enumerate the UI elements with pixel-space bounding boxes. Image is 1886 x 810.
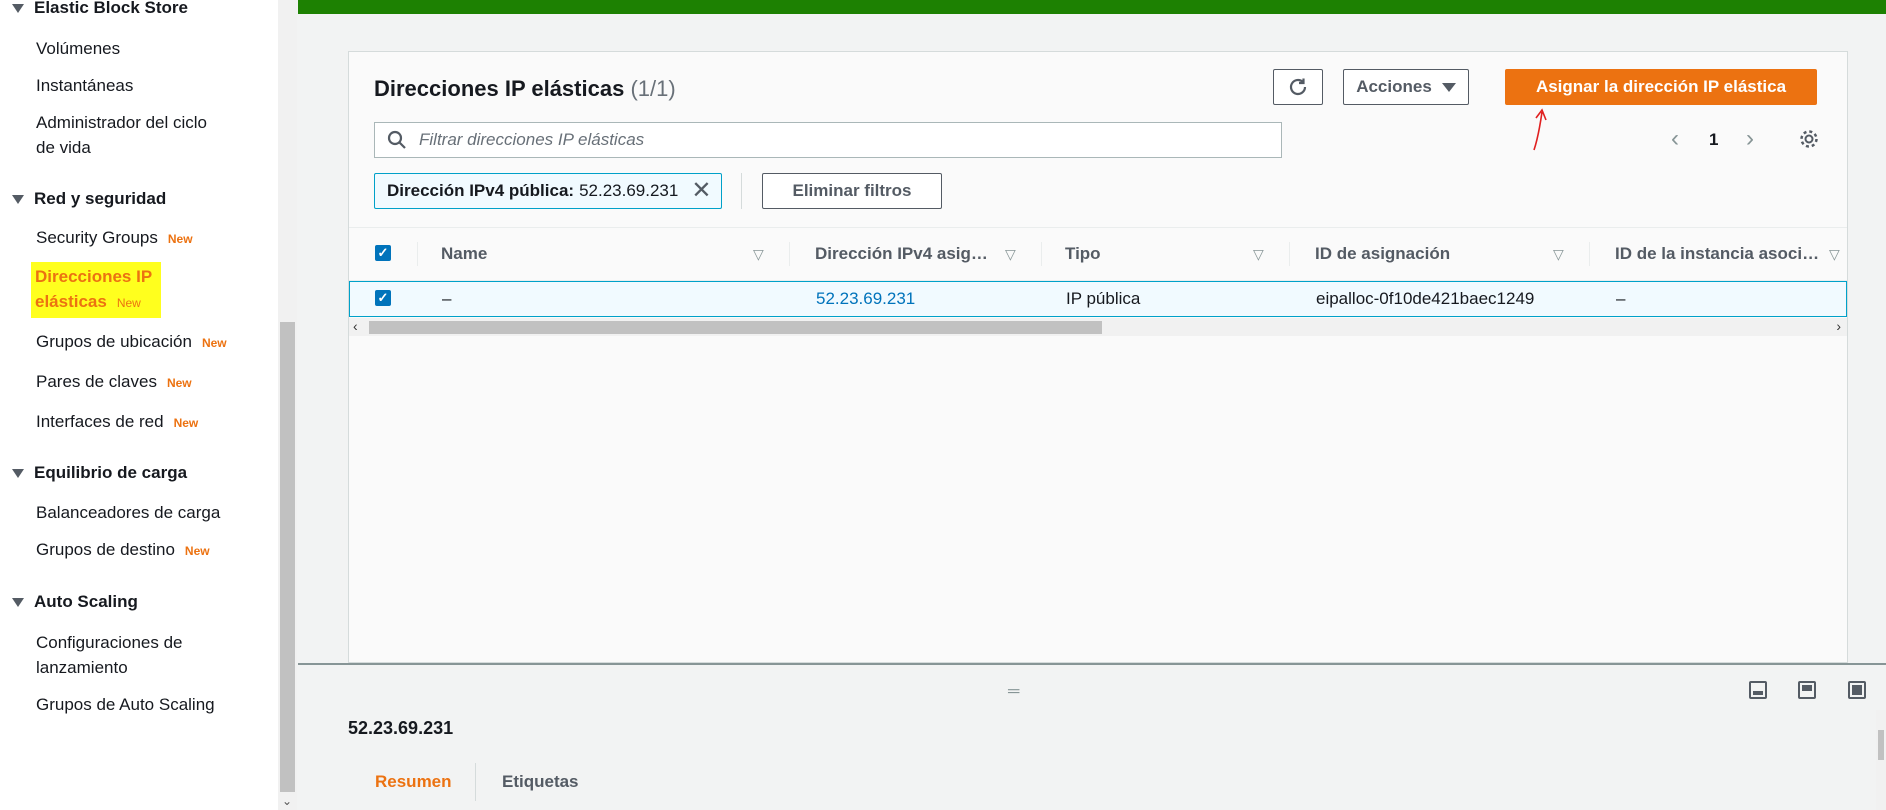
split-full-icon[interactable] <box>1848 681 1866 699</box>
tab-tags[interactable]: Etiquetas <box>502 772 579 792</box>
sidebar-item-volumes[interactable]: Volúmenes <box>36 36 236 61</box>
split-side-icon[interactable] <box>1798 681 1816 699</box>
details-scrollbar[interactable] <box>1876 710 1886 810</box>
new-badge: New <box>184 544 210 558</box>
section-load-balancing[interactable]: Equilibrio de carga <box>12 463 187 483</box>
scrollbar-thumb[interactable] <box>369 321 1102 334</box>
cell-allocation-id: eipalloc-0f10de421baec1249 <box>1316 289 1535 308</box>
sort-icon[interactable]: ▽ <box>1253 246 1264 263</box>
allocate-elastic-ip-button[interactable]: Asignar la dirección IP elástica <box>1505 69 1817 105</box>
sidebar-item-lifecycle-manager[interactable]: Administrador del ciclo de vida <box>36 110 226 160</box>
column-divider <box>1289 242 1290 266</box>
tab-divider <box>475 763 476 801</box>
select-all-checkbox[interactable]: ✓ <box>375 245 391 261</box>
column-divider <box>789 242 790 266</box>
column-type[interactable]: Tipo <box>1065 228 1101 280</box>
filter-token: Dirección IPv4 pública: 52.23.69.231 ✕ <box>374 173 723 209</box>
search-filter[interactable] <box>374 122 1282 158</box>
divider <box>741 173 742 209</box>
next-page[interactable]: › <box>1746 125 1754 153</box>
column-allocation-id[interactable]: ID de asignación <box>1315 228 1450 280</box>
clear-filters-button[interactable]: Eliminar filtros <box>762 173 942 209</box>
new-badge: New <box>167 232 193 246</box>
scroll-down-icon[interactable]: ⌄ <box>282 794 292 808</box>
table-header: ✓ Name ▽ Dirección IPv4 asig… ▽ Tipo ▽ I… <box>349 227 1847 281</box>
caret-down-icon <box>12 194 24 204</box>
caret-down-icon <box>1441 82 1456 92</box>
selection-count: (1/1) <box>630 76 676 101</box>
search-icon <box>387 130 406 149</box>
actions-button[interactable]: Acciones <box>1343 69 1469 105</box>
gear-icon <box>1800 130 1818 148</box>
sidebar-item-placement-groups[interactable]: Grupos de ubicación New <box>36 329 236 356</box>
caret-down-icon <box>12 468 24 478</box>
sort-icon[interactable]: ▽ <box>1829 246 1840 263</box>
column-divider <box>417 242 418 266</box>
new-badge: New <box>166 376 192 390</box>
sidebar-item-snapshots[interactable]: Instantáneas <box>36 73 236 98</box>
new-badge: New <box>201 336 227 350</box>
sidebar-item-launch-configurations[interactable]: Configuraciones de lanzamiento <box>36 630 226 680</box>
sidebar-item-key-pairs[interactable]: Pares de claves New <box>36 369 236 396</box>
scrollbar-thumb[interactable] <box>1878 730 1884 760</box>
sort-icon[interactable]: ▽ <box>753 246 764 263</box>
chevron-right-icon[interactable]: › <box>1746 125 1754 152</box>
page-title: Direcciones IP elásticas (1/1) <box>374 76 676 101</box>
sidebar-item-network-interfaces[interactable]: Interfaces de red New <box>36 409 236 436</box>
scroll-left-icon[interactable]: ‹ <box>353 318 358 334</box>
section-network-security[interactable]: Red y seguridad <box>12 189 166 209</box>
sidebar-item-elastic-ips[interactable]: Direcciones IP elásticas New <box>31 262 161 318</box>
sidebar-item-auto-scaling-groups[interactable]: Grupos de Auto Scaling <box>36 692 236 717</box>
row-checkbox[interactable]: ✓ <box>375 290 391 306</box>
sort-icon[interactable]: ▽ <box>1553 246 1564 263</box>
search-input[interactable] <box>417 129 1271 151</box>
column-name[interactable]: Name <box>441 228 487 280</box>
annotation-arrow-icon <box>1533 108 1547 151</box>
refresh-button[interactable] <box>1273 69 1323 105</box>
pagination: ‹ <box>1671 125 1679 153</box>
sidebar-scrollbar[interactable]: ⌄ <box>278 0 297 810</box>
sort-icon[interactable]: ▽ <box>1005 246 1016 263</box>
section-auto-scaling[interactable]: Auto Scaling <box>12 592 138 612</box>
caret-down-icon <box>12 3 24 13</box>
close-icon[interactable]: ✕ <box>691 179 711 203</box>
cell-ipv4[interactable]: 52.23.69.231 <box>816 282 915 316</box>
scrollbar-thumb[interactable] <box>280 322 295 792</box>
chevron-left-icon[interactable]: ‹ <box>1671 125 1679 152</box>
column-ipv4[interactable]: Dirección IPv4 asig… <box>815 228 988 280</box>
cell-type: IP pública <box>1066 289 1141 308</box>
table-row[interactable]: ✓ – 52.23.69.231 IP pública eipalloc-0f1… <box>349 281 1847 317</box>
preferences-button[interactable] <box>1798 128 1820 155</box>
sidebar-item-target-groups[interactable]: Grupos de destino New <box>36 537 236 564</box>
column-divider <box>1041 242 1042 266</box>
sidebar-item-security-groups[interactable]: Security Groups New <box>36 225 236 252</box>
resize-handle-icon[interactable]: ═ <box>1008 683 1019 701</box>
split-panel-divider[interactable] <box>298 663 1886 665</box>
page-number[interactable]: 1 <box>1709 130 1718 150</box>
column-instance-id[interactable]: ID de la instancia asoci… <box>1615 228 1819 280</box>
tab-summary[interactable]: Resumen <box>375 772 452 792</box>
new-badge: New <box>173 416 199 430</box>
section-elastic-block-store[interactable]: Elastic Block Store <box>12 0 188 18</box>
column-divider <box>1589 242 1590 266</box>
sidebar-item-load-balancers[interactable]: Balanceadores de carga <box>36 500 236 525</box>
scroll-right-icon[interactable]: › <box>1836 318 1841 334</box>
split-bottom-icon[interactable] <box>1749 681 1767 699</box>
notification-banner <box>298 0 1886 14</box>
refresh-icon <box>1289 78 1307 96</box>
cell-instance-id: – <box>1616 289 1626 308</box>
details-title: 52.23.69.231 <box>348 718 454 738</box>
caret-down-icon <box>12 597 24 607</box>
elastic-ips-panel: Direcciones IP elásticas (1/1) Acciones … <box>348 51 1848 663</box>
cell-name: – <box>442 289 452 308</box>
table-horizontal-scrollbar[interactable]: ‹ › <box>349 318 1847 336</box>
new-badge: New <box>116 296 141 310</box>
sidebar: Elastic Block Store Volúmenes Instantáne… <box>0 0 278 810</box>
